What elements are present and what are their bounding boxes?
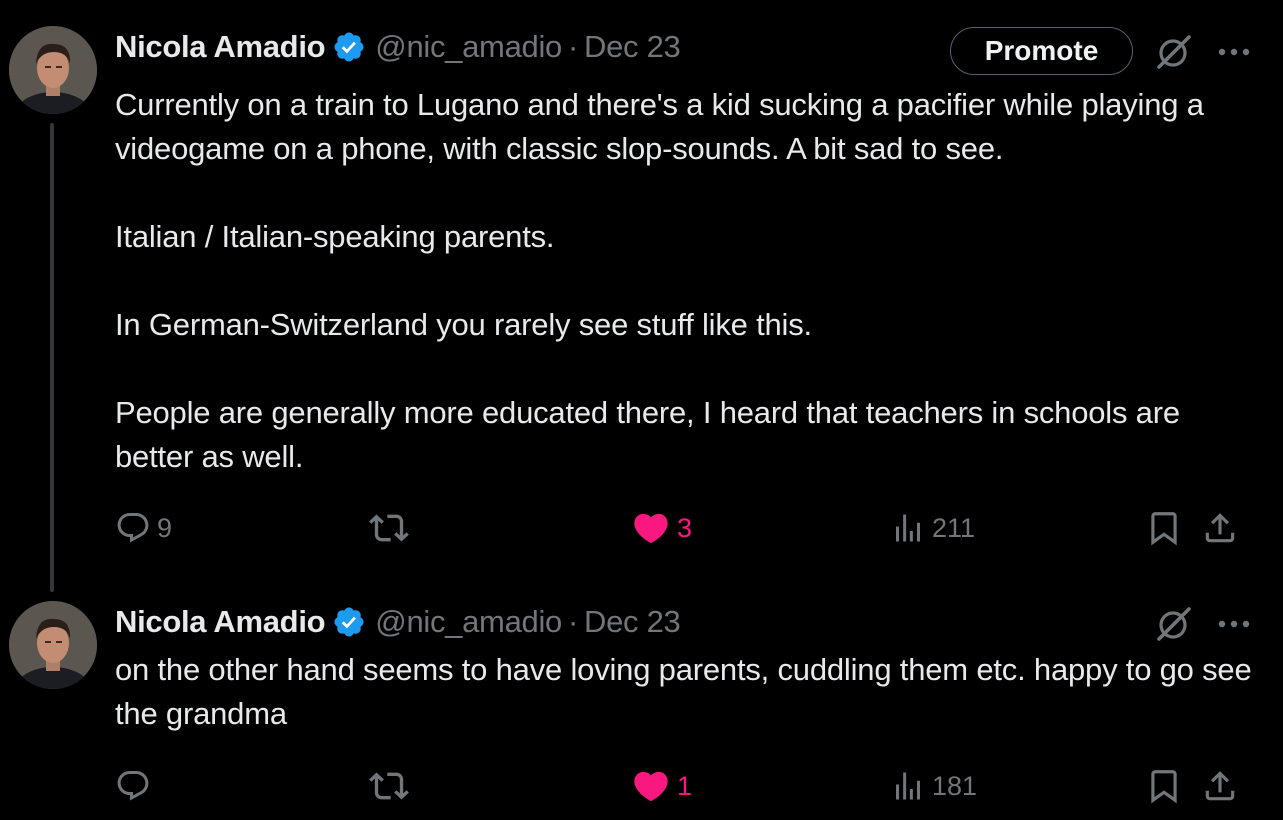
tweet-text: Currently on a train to Lugano and there…: [115, 83, 1265, 479]
like-button[interactable]: 1: [631, 762, 692, 810]
reply-count: 9: [157, 512, 173, 543]
bookmark-button[interactable]: [1145, 504, 1183, 552]
reply-icon: [117, 771, 149, 801]
share-icon: [1205, 513, 1235, 543]
avatar[interactable]: [9, 26, 97, 114]
bookmark-icon: [1151, 512, 1177, 546]
share-button[interactable]: [1201, 762, 1239, 810]
share-button[interactable]: [1201, 504, 1239, 552]
more-dots-icon[interactable]: [1214, 32, 1254, 72]
views-icon: [896, 772, 920, 800]
avatar[interactable]: [9, 601, 97, 689]
tweet-actions: 1 181: [115, 762, 1255, 810]
verified-badge-icon[interactable]: [332, 30, 366, 64]
retweet-icon: [369, 772, 409, 800]
views-button[interactable]: 211: [890, 504, 975, 552]
share-icon: [1205, 771, 1235, 801]
retweet-button[interactable]: [369, 504, 415, 552]
reply-icon: [117, 513, 149, 543]
bookmark-button[interactable]: [1145, 762, 1183, 810]
separator-dot: ·: [568, 604, 579, 639]
separator-dot: ·: [568, 29, 579, 64]
author-handle[interactable]: @nic_amadio: [375, 29, 562, 65]
grok-icon[interactable]: [1154, 604, 1194, 644]
grok-icon[interactable]: [1154, 32, 1194, 72]
promote-button[interactable]: Promote: [950, 27, 1133, 75]
retweet-icon: [369, 514, 409, 542]
tweet-paragraph: Currently on a train to Lugano and there…: [115, 87, 1204, 166]
tweet-header: Nicola Amadio @nic_amadio · Dec 23: [115, 25, 681, 69]
tweet-paragraph: on the other hand seems to have loving p…: [115, 652, 1252, 731]
like-count: 1: [677, 770, 693, 801]
tweet-date[interactable]: Dec 23: [584, 604, 681, 640]
views-button[interactable]: 181: [890, 762, 977, 810]
tweet-date[interactable]: Dec 23: [584, 29, 681, 65]
tweet-text: on the other hand seems to have loving p…: [115, 648, 1265, 736]
author-handle[interactable]: @nic_amadio: [375, 604, 562, 640]
retweet-button[interactable]: [369, 762, 415, 810]
thread-connector-line: [50, 123, 54, 592]
like-button[interactable]: 3: [631, 504, 692, 552]
views-count: 211: [932, 512, 976, 543]
tweet-header: Nicola Amadio @nic_amadio · Dec 23: [115, 600, 681, 644]
tweet-paragraph: Italian / Italian-speaking parents.: [115, 219, 555, 254]
tweet-actions: 9 3 211: [115, 504, 1255, 552]
reply-button[interactable]: [115, 762, 157, 810]
more-dots-icon[interactable]: [1214, 604, 1254, 644]
heart-icon: [634, 771, 668, 802]
tweet-paragraph: People are generally more educated there…: [115, 395, 1180, 474]
tweet-paragraph: In German-Switzerland you rarely see stu…: [115, 307, 812, 342]
views-icon: [896, 514, 920, 542]
tweet[interactable]: Nicola Amadio @nic_amadio · Dec 23 Promo…: [0, 0, 1283, 592]
verified-badge-icon[interactable]: [332, 605, 366, 639]
reply-button[interactable]: 9: [115, 504, 172, 552]
author-name[interactable]: Nicola Amadio: [115, 29, 326, 65]
bookmark-icon: [1151, 770, 1177, 804]
author-name[interactable]: Nicola Amadio: [115, 604, 326, 640]
tweet[interactable]: Nicola Amadio @nic_amadio · Dec 23 on th…: [0, 590, 1283, 820]
views-count: 181: [932, 770, 978, 801]
heart-icon: [634, 513, 668, 544]
like-count: 3: [677, 512, 693, 543]
